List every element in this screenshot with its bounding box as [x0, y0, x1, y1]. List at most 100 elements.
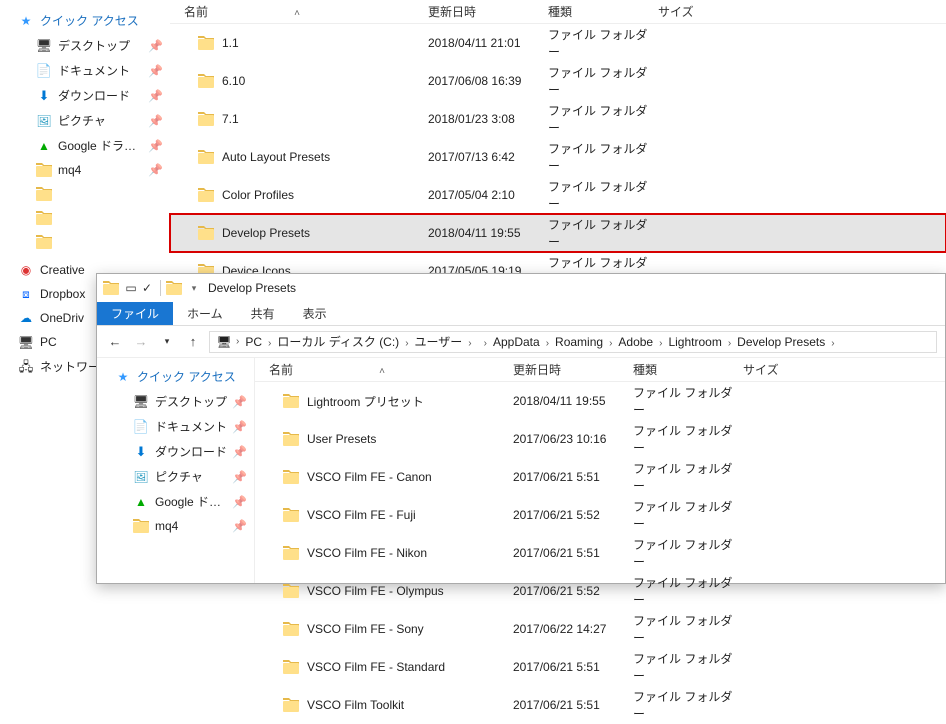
pin-icon: 📌	[148, 64, 160, 78]
table-row[interactable]: VSCO Film Toolkit2017/06/21 5:51ファイル フォル…	[255, 686, 945, 724]
sidebar-item[interactable]: ⬇ダウンロード📌	[97, 439, 254, 464]
file-date: 2017/06/22 14:27	[513, 622, 633, 636]
folder-icon	[198, 36, 214, 50]
col-name[interactable]: 名前˄	[170, 3, 428, 20]
table-row[interactable]: Lightroom プリセット2018/04/11 19:55ファイル フォルダ…	[255, 382, 945, 420]
nav-forward-icon[interactable]: →	[131, 332, 151, 352]
table-row[interactable]: VSCO Film FE - Fuji2017/06/21 5:52ファイル フ…	[255, 496, 945, 534]
title-bar[interactable]: ▭ ✓ ▾ Develop Presets	[97, 274, 945, 302]
table-row[interactable]: User Presets2017/06/23 10:16ファイル フォルダー	[255, 420, 945, 458]
sidebar-item-label: Google ドライブ	[58, 137, 148, 154]
onedrive-icon: ☁	[18, 310, 34, 326]
table-row[interactable]: VSCO Film FE - Nikon2017/06/21 5:51ファイル …	[255, 534, 945, 572]
breadcrumb-segment[interactable]: PC	[241, 335, 266, 349]
breadcrumb-segment[interactable]: Develop Presets	[733, 335, 829, 349]
nav-back-icon[interactable]: ←	[105, 332, 125, 352]
col-type[interactable]: 種類	[633, 361, 743, 378]
sidebar-item[interactable]	[0, 230, 170, 254]
chevron-right-icon[interactable]: ›	[403, 338, 410, 349]
document-icon: 📄	[133, 419, 149, 435]
sidebar-item[interactable]: 🖥デスクトップ📌	[97, 389, 254, 414]
col-type[interactable]: 種類	[548, 3, 658, 20]
table-row[interactable]: 7.12018/01/23 3:08ファイル フォルダー	[170, 100, 946, 138]
col-size[interactable]: サイズ	[743, 361, 945, 378]
folder-icon	[36, 186, 52, 202]
breadcrumb-segment[interactable]: Adobe	[614, 335, 657, 349]
tab-file[interactable]: ファイル	[97, 302, 173, 325]
chevron-right-icon[interactable]: ›	[482, 338, 489, 349]
file-name: Lightroom プリセット	[307, 393, 424, 410]
col-name[interactable]: 名前˄	[255, 361, 513, 378]
sidebar-quick-access[interactable]: ★ クイック アクセス	[97, 364, 254, 389]
star-icon: ★	[18, 13, 34, 29]
table-row[interactable]: VSCO Film FE - Standard2017/06/21 5:51ファ…	[255, 648, 945, 686]
file-type: ファイル フォルダー	[633, 612, 743, 646]
table-row[interactable]: 6.102017/06/08 16:39ファイル フォルダー	[170, 62, 946, 100]
chevron-right-icon[interactable]: ›	[466, 338, 473, 349]
sidebar-item[interactable]: ⬇ダウンロード📌	[0, 83, 170, 108]
sidebar-item[interactable]	[0, 206, 170, 230]
file-date: 2017/06/08 16:39	[428, 74, 548, 88]
col-size[interactable]: サイズ	[658, 3, 946, 20]
sidebar-item[interactable]	[0, 182, 170, 206]
sidebar-item-label: Google ドライブ	[155, 493, 232, 510]
folder-icon	[283, 622, 299, 636]
table-row[interactable]: VSCO Film FE - Olympus2017/06/21 5:52ファイ…	[255, 572, 945, 610]
file-name: Color Profiles	[222, 188, 294, 202]
table-row[interactable]: Develop Presets2018/04/11 19:55ファイル フォルダ…	[170, 214, 946, 252]
breadcrumb-segment[interactable]: AppData	[489, 335, 544, 349]
tab-view[interactable]: 表示	[289, 302, 341, 325]
sidebar-item[interactable]: ▲Google ドライブ📌	[0, 133, 170, 158]
file-name: VSCO Film FE - Sony	[307, 622, 424, 636]
table-row[interactable]: VSCO Film FE - Canon2017/06/21 5:51ファイル …	[255, 458, 945, 496]
table-row[interactable]: Auto Layout Presets2017/07/13 6:42ファイル フ…	[170, 138, 946, 176]
gdrive-icon: ▲	[36, 138, 52, 154]
tab-share[interactable]: 共有	[237, 302, 289, 325]
breadcrumb[interactable]: 🖥 › PC›ローカル ディスク (C:)›ユーザー››AppData›Roam…	[209, 331, 937, 353]
sidebar-label: クイック アクセス	[137, 368, 250, 385]
sidebar-item-label: ダウンロード	[155, 443, 232, 460]
breadcrumb-segment[interactable]: Roaming	[551, 335, 607, 349]
explorer-window-2: ▭ ✓ ▾ Develop Presets ファイル ホーム 共有 表示 ← →…	[96, 273, 946, 584]
chevron-right-icon[interactable]: ›	[544, 338, 551, 349]
file-type: ファイル フォルダー	[548, 64, 658, 98]
chevron-right-icon[interactable]: ›	[234, 336, 241, 347]
star-icon: ★	[115, 369, 131, 385]
folder-icon	[198, 188, 214, 202]
folder-icon	[198, 112, 214, 126]
breadcrumb-segment[interactable]: ユーザー	[411, 335, 467, 349]
sidebar-item[interactable]: 🖼ピクチャ📌	[0, 108, 170, 133]
dropdown-icon[interactable]: ▾	[186, 284, 202, 293]
window-title: Develop Presets	[208, 281, 296, 295]
nav-recent-icon[interactable]: ▾	[157, 332, 177, 352]
pin-icon: 📌	[148, 163, 160, 177]
file-name: Develop Presets	[222, 226, 310, 240]
table-row[interactable]: VSCO Film FE - Sony 2017/06/22 14:27ファイル …	[255, 610, 945, 648]
sidebar-item[interactable]: mq4📌	[0, 158, 170, 182]
sidebar-item[interactable]: ▲Google ドライブ📌	[97, 489, 254, 514]
sidebar-item[interactable]: 🖼ピクチャ📌	[97, 464, 254, 489]
tab-home[interactable]: ホーム	[173, 302, 237, 325]
sidebar-item[interactable]: 🖥デスクトップ📌	[0, 33, 170, 58]
chevron-right-icon[interactable]: ›	[829, 338, 836, 349]
file-type: ファイル フォルダー	[633, 574, 743, 608]
qat-check-icon[interactable]: ✓	[139, 281, 155, 295]
nav-up-icon[interactable]: ↑	[183, 332, 203, 352]
column-headers: 名前˄ 更新日時 種類 サイズ	[255, 358, 945, 382]
sidebar-item[interactable]: 📄ドキュメント📌	[97, 414, 254, 439]
table-row[interactable]: Color Profiles2017/05/04 2:10ファイル フォルダー	[170, 176, 946, 214]
sidebar-item[interactable]: 📄ドキュメント📌	[0, 58, 170, 83]
file-name: VSCO Film FE - Standard	[307, 660, 445, 674]
breadcrumb-segment[interactable]	[474, 335, 482, 349]
col-date[interactable]: 更新日時	[428, 3, 548, 20]
sidebar-item[interactable]: mq4📌	[97, 514, 254, 538]
breadcrumb-segment[interactable]: Lightroom	[664, 335, 725, 349]
sidebar-label: クイック アクセス	[40, 12, 166, 29]
sidebar-quick-access[interactable]: ★ クイック アクセス	[0, 8, 170, 33]
file-name: VSCO Film FE - Nikon	[307, 546, 427, 560]
table-row[interactable]: 1.12018/04/11 21:01ファイル フォルダー	[170, 24, 946, 62]
qat-props-icon[interactable]: ▭	[123, 281, 139, 295]
file-type: ファイル フォルダー	[548, 216, 658, 250]
col-date[interactable]: 更新日時	[513, 361, 633, 378]
breadcrumb-segment[interactable]: ローカル ディスク (C:)	[273, 335, 403, 349]
